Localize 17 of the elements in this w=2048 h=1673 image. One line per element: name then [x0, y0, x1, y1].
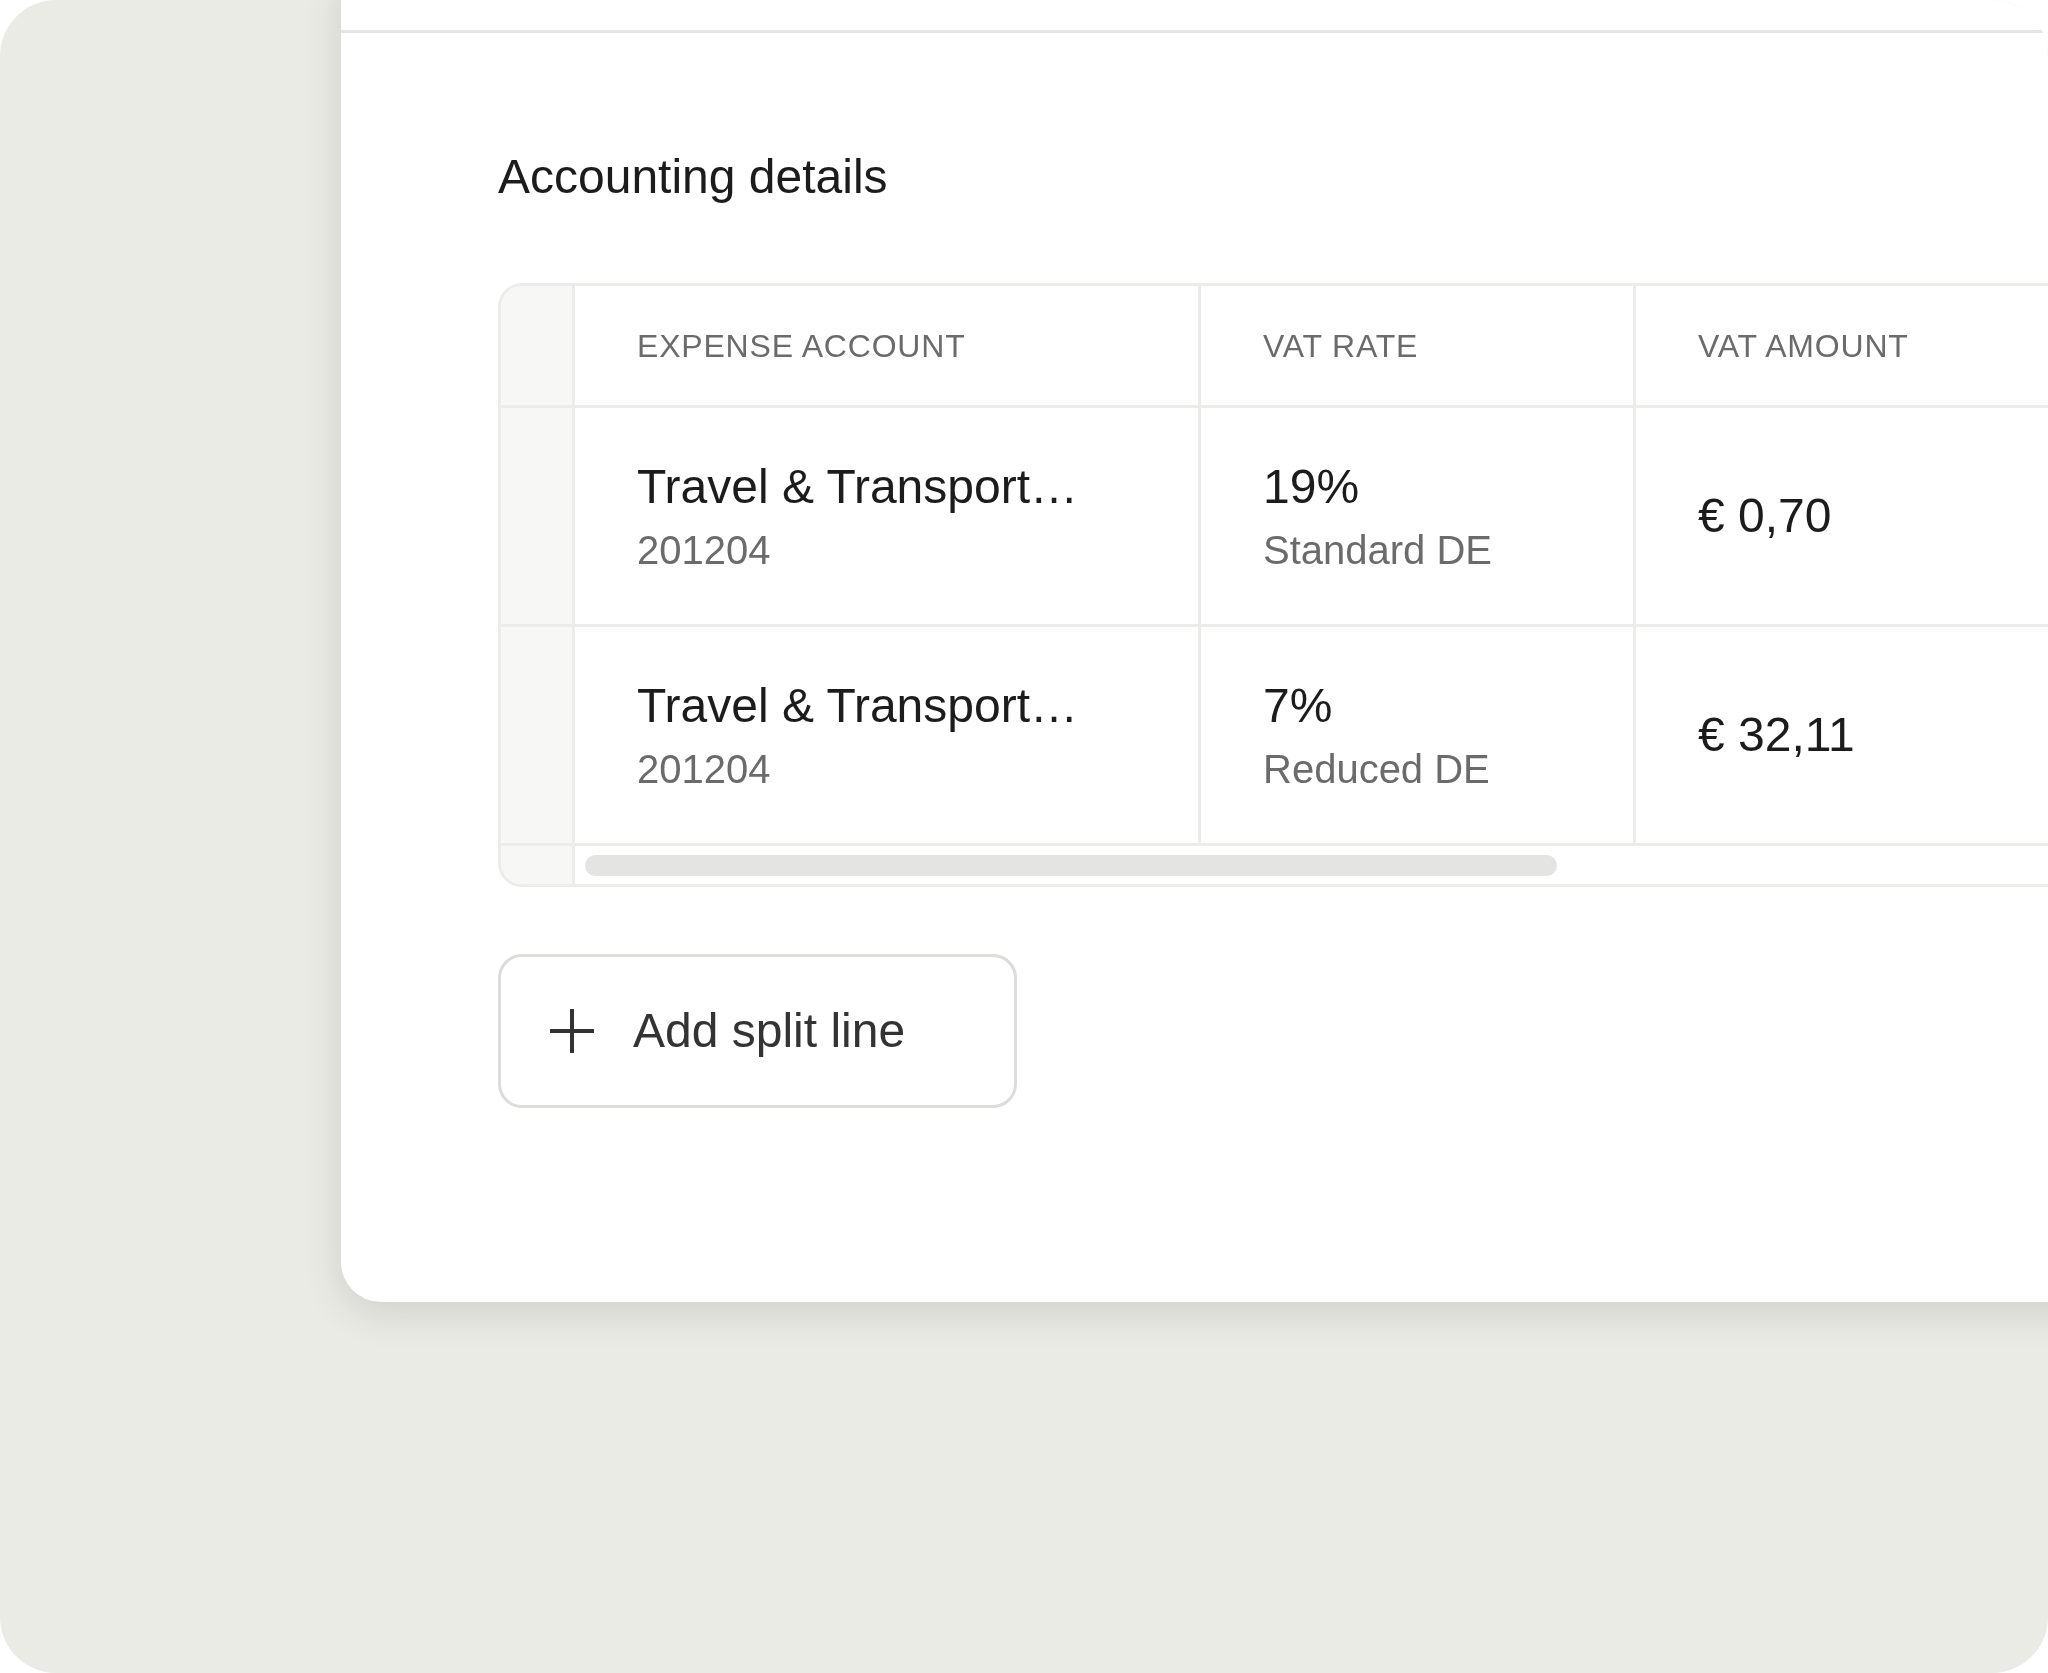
- section-title: Accounting details: [498, 153, 889, 201]
- column-header: VAT AMOUNT: [1698, 326, 1909, 366]
- table-cell-subtext: Standard DE: [1263, 527, 1494, 574]
- table-cell-text: € 0,70: [1698, 488, 1833, 544]
- table-cell-text: € 32,11: [1698, 707, 1856, 763]
- column-header: EXPENSE ACCOUNT: [637, 326, 966, 366]
- table-cell-text: Travel & Transport…: [637, 459, 1080, 515]
- add-split-line-button[interactable]: Add split line: [498, 954, 1017, 1108]
- table-cell-subtext: Reduced DE: [1263, 746, 1491, 793]
- table-cell-subtext: 201204: [637, 746, 772, 793]
- plus-icon: [547, 1006, 597, 1056]
- column-header: VAT RATE: [1263, 326, 1419, 366]
- table-cell-text: 19%: [1263, 459, 1361, 515]
- scrollbar-thumb[interactable]: [585, 854, 1557, 876]
- table-cell-text: 7%: [1263, 678, 1334, 734]
- table-cell-subtext: 201204: [637, 527, 772, 574]
- table-cell-text: Travel & Transport…: [637, 678, 1080, 734]
